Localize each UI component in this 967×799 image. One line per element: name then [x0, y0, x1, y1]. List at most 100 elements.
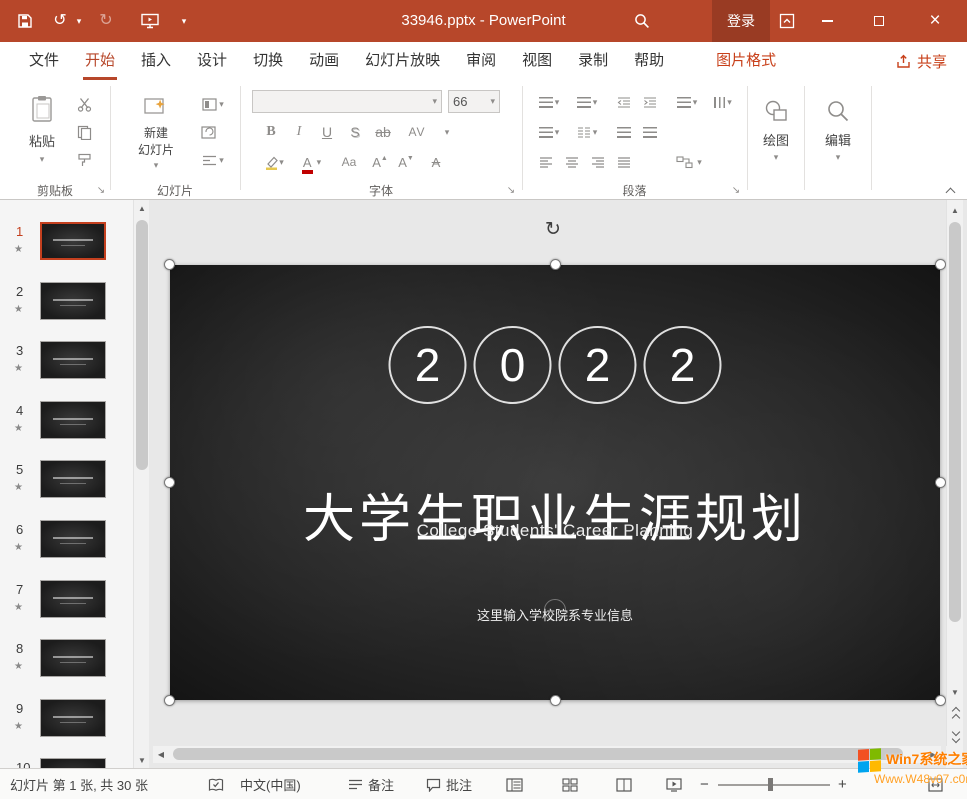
resize-handle-middle-left[interactable]	[164, 477, 175, 488]
tab-insert[interactable]: 插入	[128, 42, 184, 80]
highlight-color-button[interactable]: ▾	[258, 150, 290, 174]
layout-button[interactable]: ▾	[196, 92, 230, 116]
paragraph-dialog-launcher[interactable]: ↘	[729, 183, 743, 197]
resize-handle-top-right[interactable]	[935, 259, 946, 270]
zoom-out-button[interactable]: −	[700, 769, 709, 799]
align-right-button[interactable]	[586, 150, 610, 174]
resize-handle-top-center[interactable]	[550, 259, 561, 270]
login-button[interactable]: 登录	[712, 0, 770, 42]
format-painter-button[interactable]	[72, 148, 96, 172]
year-digits-group[interactable]: 2 0 2 2	[389, 326, 722, 404]
previous-slide-button[interactable]	[947, 704, 964, 724]
decrease-indent-button[interactable]	[612, 90, 636, 114]
columns-button[interactable]: ▾	[572, 120, 602, 144]
character-spacing-dropdown[interactable]: ▾	[434, 120, 460, 144]
increase-font-size-button[interactable]: A ▲	[368, 150, 392, 174]
font-color-button[interactable]: A ▾	[296, 150, 328, 174]
comments-button[interactable]: 批注	[426, 769, 472, 799]
paste-button[interactable]: 粘贴 ▾	[14, 88, 70, 180]
tab-view[interactable]: 视图	[509, 42, 565, 80]
align-text-vertical-button[interactable]: ▾	[534, 120, 564, 144]
resize-handle-bottom-right[interactable]	[935, 695, 946, 706]
slide-canvas[interactable]: 2 0 2 2 大学生职业生涯规划 College Students' Care…	[170, 265, 940, 700]
scroll-up-button[interactable]: ▲	[134, 200, 150, 216]
slide-thumbnail[interactable]	[40, 639, 106, 677]
share-button[interactable]: 共享	[888, 42, 955, 80]
scrollbar-thumb[interactable]	[173, 748, 903, 760]
editing-group-button[interactable]: 编辑 ▾	[811, 88, 865, 180]
zoom-slider-track[interactable]	[718, 784, 830, 786]
year-digit-circle[interactable]: 0	[474, 326, 552, 404]
normal-view-button[interactable]	[506, 769, 523, 799]
thumbnail-item-4[interactable]: 4 ★	[0, 399, 133, 455]
notes-button[interactable]: 备注	[348, 769, 394, 799]
scrollbar-thumb[interactable]	[949, 222, 961, 622]
qat-customize-button[interactable]: ▾	[176, 0, 192, 42]
scroll-down-button[interactable]: ▼	[947, 684, 963, 700]
slide-thumbnail[interactable]	[40, 222, 106, 260]
character-spacing-button[interactable]: AV	[402, 120, 432, 144]
zoom-in-button[interactable]: +	[838, 769, 847, 799]
scroll-down-button[interactable]: ▼	[134, 752, 150, 768]
slide-thumbnail[interactable]	[40, 282, 106, 320]
slide-note-text[interactable]: 这里输入学校院系专业信息	[170, 605, 940, 624]
vertical-scrollbar[interactable]: ▲ ▼	[946, 200, 963, 746]
undo-dropdown[interactable]: ▾	[72, 0, 86, 42]
slide-thumbnail[interactable]	[40, 460, 106, 498]
search-button[interactable]	[628, 0, 656, 42]
tab-record[interactable]: 录制	[565, 42, 621, 80]
slide-thumbnail[interactable]	[40, 758, 106, 768]
align-left-button[interactable]	[534, 150, 558, 174]
strikethrough-button[interactable]: ab	[370, 120, 396, 144]
resize-handle-middle-right[interactable]	[935, 477, 946, 488]
slide-thumbnail[interactable]	[40, 580, 106, 618]
font-dialog-launcher[interactable]: ↘	[504, 183, 518, 197]
tab-animations[interactable]: 动画	[296, 42, 352, 80]
year-digit-circle[interactable]: 2	[644, 326, 722, 404]
save-button[interactable]	[12, 0, 38, 42]
fit-to-window-button[interactable]	[928, 769, 943, 799]
paragraph-spacing-before-button[interactable]	[612, 120, 636, 144]
change-case-button[interactable]: Aa	[334, 150, 364, 174]
paragraph-spacing-after-button[interactable]	[638, 120, 662, 144]
text-shadow-button[interactable]: S	[342, 120, 368, 144]
underline-button[interactable]: U	[314, 120, 340, 144]
scrollbar-thumb[interactable]	[136, 220, 148, 470]
next-slide-button[interactable]	[947, 725, 964, 745]
rotate-handle[interactable]: ↻	[545, 218, 561, 241]
thumbnail-item-9[interactable]: 9 ★	[0, 697, 133, 753]
convert-to-smartart-button[interactable]: ▾	[668, 150, 710, 174]
minimize-button[interactable]	[804, 0, 850, 42]
tab-slideshow[interactable]: 幻灯片放映	[352, 42, 453, 80]
clear-formatting-button[interactable]: A	[424, 150, 448, 174]
bullets-button[interactable]: ▾	[534, 90, 564, 114]
section-button[interactable]: ▾	[196, 148, 230, 172]
resize-handle-top-left[interactable]	[164, 259, 175, 270]
start-slideshow-button[interactable]	[136, 0, 164, 42]
slide-sorter-view-button[interactable]	[562, 769, 578, 799]
slide-thumbnail[interactable]	[40, 341, 106, 379]
maximize-button[interactable]	[856, 0, 902, 42]
tab-transitions[interactable]: 切换	[240, 42, 296, 80]
zoom-slider-thumb[interactable]	[768, 778, 773, 791]
clipboard-dialog-launcher[interactable]: ↘	[94, 183, 108, 197]
language-indicator[interactable]: 中文(中国)	[240, 769, 301, 799]
align-center-button[interactable]	[560, 150, 584, 174]
thumbnail-item-3[interactable]: 3 ★	[0, 339, 133, 395]
spell-check-button[interactable]	[208, 769, 224, 799]
new-slide-button[interactable]: 新建 幻灯片 ▾	[124, 88, 188, 180]
scroll-left-button[interactable]: ◀	[153, 746, 169, 762]
tab-home[interactable]: 开始	[72, 42, 128, 80]
copy-button[interactable]	[72, 120, 96, 144]
justify-button[interactable]	[612, 150, 636, 174]
font-name-select[interactable]: ▾	[252, 90, 442, 113]
undo-button[interactable]: ↺	[48, 0, 72, 42]
scroll-up-button[interactable]: ▲	[947, 202, 963, 218]
thumbnail-item-2[interactable]: 2 ★	[0, 280, 133, 336]
ribbon-display-options-button[interactable]	[774, 0, 800, 42]
thumbnail-item-6[interactable]: 6 ★	[0, 518, 133, 574]
slide-thumbnail[interactable]	[40, 520, 106, 558]
drawing-group-button[interactable]: 绘图 ▾	[752, 88, 800, 180]
redo-button[interactable]: ↻	[94, 0, 118, 42]
slide-counter[interactable]: 幻灯片 第 1 张, 共 30 张	[10, 769, 148, 799]
